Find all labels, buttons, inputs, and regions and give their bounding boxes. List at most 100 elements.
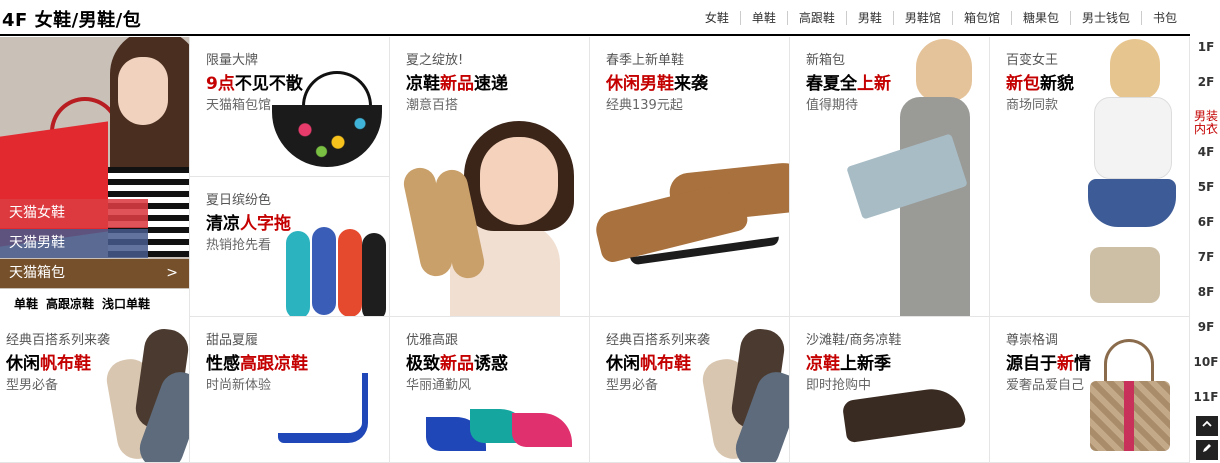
promo-headline: 凉鞋新品速递 [406, 74, 508, 94]
promo-headline: 休闲男鞋来袭 [606, 74, 708, 94]
promo-subtitle: 百变女王 [1006, 53, 1059, 68]
tag-link[interactable]: 浅口单鞋 [102, 295, 150, 312]
promo-cell-bags[interactable]: 限量大牌 9点不见不散 天猫箱包馆 [190, 37, 390, 177]
promo-cell-luxury-bags[interactable]: 尊崇格调 源自于新情 爱奢品爱自己 [990, 317, 1190, 463]
floor-link[interactable]: 1F [1192, 37, 1220, 72]
promo-cell-new-arrivals[interactable]: 百变女王 新包新貌 商场同款 [990, 37, 1190, 317]
pencil-icon [1203, 444, 1211, 452]
floor-link-active[interactable]: 男装 内衣 [1192, 107, 1220, 142]
promo-tagline: 经典139元起 [606, 98, 683, 113]
left-promo-banner[interactable]: 天猫女鞋 天猫男鞋 天猫箱包 > [0, 37, 190, 317]
model-hair [1110, 39, 1160, 99]
model-face [118, 57, 168, 125]
nav-link[interactable]: 女鞋 [694, 11, 740, 25]
flipflop-image [312, 227, 336, 315]
floor-link[interactable]: 8F [1192, 282, 1220, 317]
promo-tagline: 天猫箱包馆 [206, 98, 272, 113]
promo-headline: 极致新品诱惑 [406, 354, 508, 374]
promo-cell-canvas-shoes-2[interactable]: 经典百搭系列来袭 休闲帆布鞋 型男必备 [590, 317, 790, 463]
promo-cell-mens-loafers[interactable]: 春季上新单鞋 休闲男鞋来袭 经典139元起 [590, 37, 790, 317]
tote-stripe [1124, 381, 1134, 451]
promo-tagline: 华丽通勤风 [406, 378, 472, 393]
promo-tagline: 即时抢购中 [806, 378, 872, 393]
promo-subtitle: 甜品夏履 [206, 333, 259, 348]
dress-sandal-image [841, 384, 967, 444]
tag-link[interactable]: 单鞋 [14, 295, 38, 312]
chevron-right-icon: > [166, 265, 178, 281]
model-face [480, 137, 558, 225]
flipflop-image [362, 233, 386, 316]
model-hair [916, 39, 972, 101]
floor-nav: 女鞋 单鞋 高跟鞋 男鞋 男鞋馆 箱包馆 糖果包 男士钱包 书包 [694, 11, 1188, 25]
nav-link[interactable]: 书包 [1140, 11, 1188, 25]
promo-tagline: 型男必备 [606, 378, 659, 393]
link-tmall-womens-shoes[interactable]: 天猫女鞋 [0, 199, 148, 228]
promo-cell-new-bags[interactable]: 新箱包 春夏全上新 值得期待 [790, 37, 990, 317]
floor-label: 男装 [1193, 109, 1218, 123]
floor-link[interactable]: 5F [1192, 177, 1220, 212]
model-skirt [1088, 179, 1176, 227]
promo-cell-sandals[interactable]: 夏之绽放! 凉鞋新品速递 潮意百搭 [390, 37, 590, 317]
floor-link[interactable]: 10F [1192, 352, 1220, 387]
floor-link[interactable]: 9F [1192, 317, 1220, 352]
nav-link[interactable]: 糖果包 [1010, 11, 1070, 25]
promo-tagline: 热销抢先看 [206, 238, 272, 253]
promo-tagline: 型男必备 [6, 378, 59, 393]
left-tag-links: 单鞋 高跟凉鞋 浅口单鞋 [0, 289, 190, 317]
promo-headline: 性感高跟凉鞋 [206, 354, 308, 374]
promo-cell-business-sandals[interactable]: 沙滩鞋/商务凉鞋 凉鞋上新季 即时抢购中 [790, 317, 990, 463]
nav-link[interactable]: 高跟鞋 [786, 11, 846, 25]
nav-link[interactable]: 男士钱包 [1069, 11, 1141, 25]
promo-headline: 9点不见不散 [206, 74, 303, 94]
flipflop-image [286, 231, 310, 316]
promo-cell-heeled-sandals[interactable]: 甜品夏履 性感高跟凉鞋 时尚新体验 [190, 317, 390, 463]
nav-link[interactable]: 男鞋 [845, 11, 893, 25]
tag-link[interactable]: 高跟凉鞋 [46, 295, 94, 312]
floor-link[interactable]: 7F [1192, 247, 1220, 282]
link-tmall-mens-shoes[interactable]: 天猫男鞋 [0, 229, 148, 258]
promo-headline: 凉鞋上新季 [806, 354, 891, 374]
promo-cell-flipflops[interactable]: 夏日缤纷色 清凉人字拖 热销抢先看 [190, 177, 390, 317]
promo-tagline: 商场同款 [1006, 98, 1059, 113]
floral-handbag-image [272, 105, 382, 167]
feedback-button[interactable] [1196, 440, 1218, 460]
promo-tagline: 值得期待 [806, 98, 859, 113]
nav-link[interactable]: 箱包馆 [951, 11, 1011, 25]
promo-subtitle: 沙滩鞋/商务凉鞋 [806, 333, 902, 348]
floor-link[interactable]: 6F [1192, 212, 1220, 247]
promo-headline: 休闲帆布鞋 [6, 354, 91, 374]
floor-link[interactable]: 2F [1192, 72, 1220, 107]
promo-subtitle: 尊崇格调 [1006, 333, 1059, 348]
promo-subtitle: 春季上新单鞋 [606, 53, 685, 68]
promo-subtitle: 夏日缤纷色 [206, 193, 272, 208]
promo-subtitle: 经典百搭系列来袭 [6, 333, 111, 348]
floor-section: 4F 女鞋/男鞋/包 女鞋 单鞋 高跟鞋 男鞋 男鞋馆 箱包馆 糖果包 男士钱包… [0, 0, 1220, 463]
promo-tagline: 时尚新体验 [206, 378, 272, 393]
nav-link[interactable]: 男鞋馆 [892, 11, 952, 25]
flipflop-image [338, 229, 362, 316]
back-to-top-button[interactable] [1196, 416, 1218, 436]
promo-headline: 清凉人字拖 [206, 214, 291, 234]
promo-headline: 休闲帆布鞋 [606, 354, 691, 374]
promo-subtitle: 夏之绽放! [406, 53, 464, 68]
floor-header: 4F 女鞋/男鞋/包 女鞋 单鞋 高跟鞋 男鞋 男鞋馆 箱包馆 糖果包 男士钱包… [0, 0, 1190, 36]
pump-image [512, 413, 572, 447]
floor-label: 内衣 [1193, 122, 1218, 136]
floor-title: 4F 女鞋/男鞋/包 [2, 10, 142, 31]
floor-link[interactable]: 4F [1192, 142, 1220, 177]
link-tmall-bags[interactable]: 天猫箱包 > [0, 259, 189, 288]
model-dress [900, 97, 970, 316]
promo-subtitle: 限量大牌 [206, 53, 259, 68]
handbag-image [1090, 247, 1160, 303]
nav-link[interactable]: 单鞋 [739, 11, 787, 25]
promo-subtitle: 新箱包 [806, 53, 846, 68]
promo-headline: 源自于新情 [1006, 354, 1091, 374]
promo-cell-canvas-shoes[interactable]: 经典百搭系列来袭 休闲帆布鞋 型男必备 [0, 317, 190, 463]
model-blouse [1094, 97, 1172, 179]
chevron-up-icon [1202, 420, 1212, 427]
promo-headline: 新包新貌 [1006, 74, 1074, 94]
floor-side-nav: 1F 2F 男装 内衣 4F 5F 6F 7F 8F 9F 10F 11F [1192, 37, 1220, 422]
link-label: 天猫箱包 [9, 265, 65, 281]
promo-tagline: 潮意百搭 [406, 98, 459, 113]
promo-cell-high-heels[interactable]: 优雅高跟 极致新品诱惑 华丽通勤风 [390, 317, 590, 463]
